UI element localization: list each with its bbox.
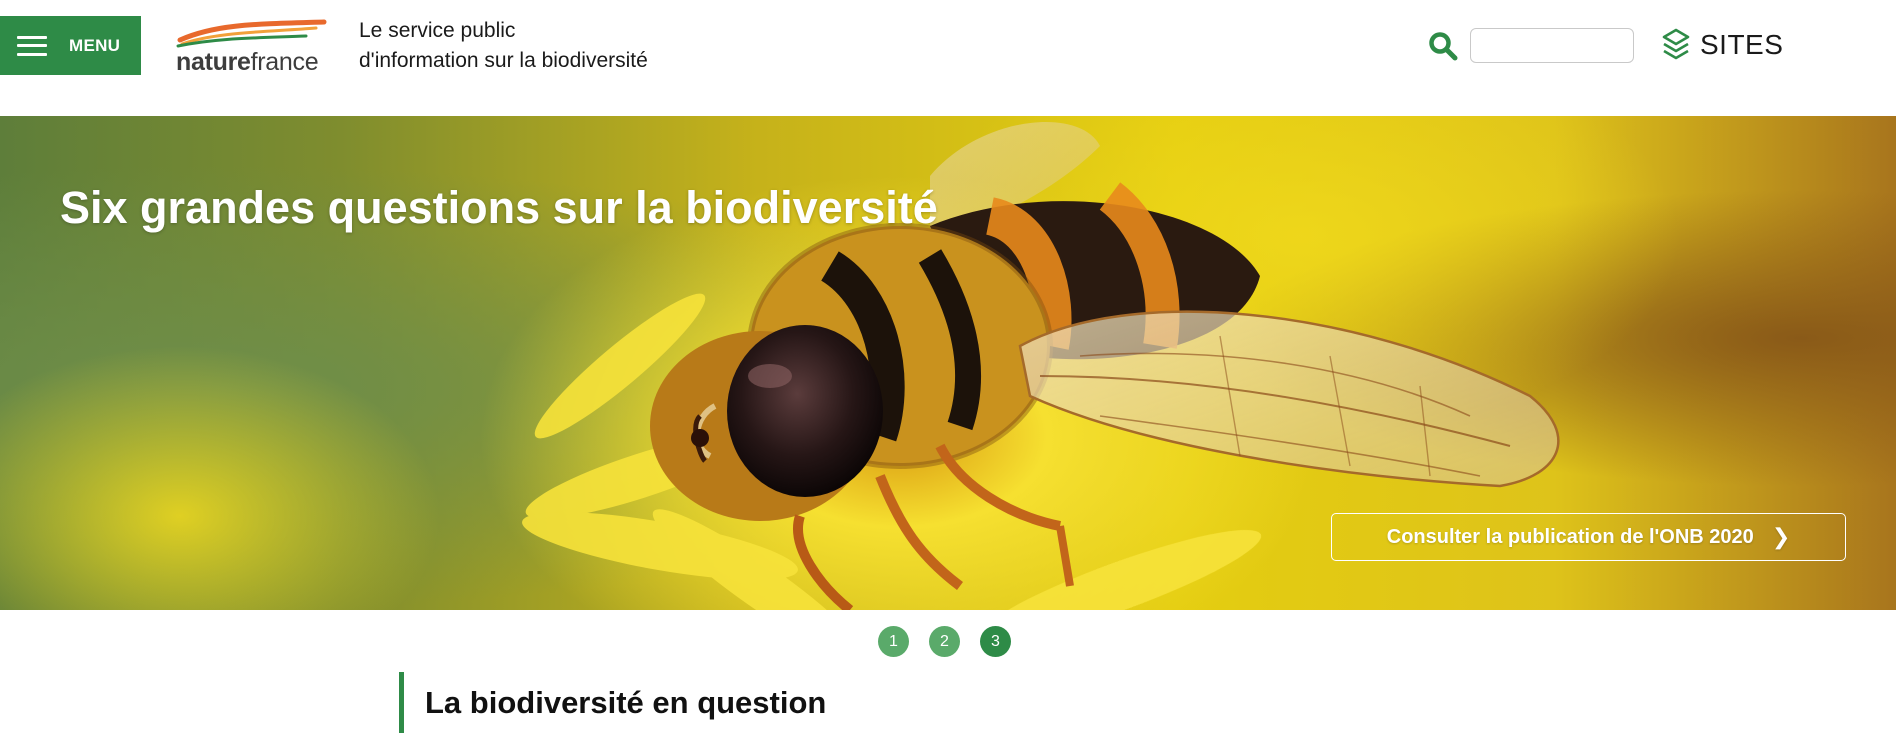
hero-title: Six grandes questions sur la biodiversit… [60, 182, 938, 233]
hamburger-icon [17, 35, 47, 56]
logo-swoosh-icon [176, 19, 327, 48]
menu-label: MENU [69, 35, 121, 55]
carousel-page-2[interactable]: 2 [929, 626, 960, 657]
site-tagline: Le service public d'information sur la b… [359, 16, 648, 76]
carousel-pager: 1 2 3 [878, 626, 1011, 657]
search-input[interactable] [1470, 28, 1634, 63]
layers-icon [1662, 28, 1690, 60]
chevron-right-icon: ❯ [1771, 524, 1791, 549]
tagline-line-1: Le service public [359, 19, 516, 42]
sites-label: SITES [1700, 29, 1784, 60]
cta-label: Consulter la publication de l'ONB 2020 [1386, 525, 1754, 548]
section-heading: La biodiversité en question [399, 672, 826, 733]
search-icon[interactable] [1428, 31, 1458, 61]
hero-carousel-slide: Six grandes questions sur la biodiversit… [0, 116, 1896, 610]
tagline-line-2: d'information sur la biodiversité [359, 49, 648, 72]
menu-button[interactable]: MENU [0, 16, 141, 75]
logo-wordmark: naturefrance [176, 48, 319, 76]
naturefrance-logo[interactable]: naturefrance [176, 18, 328, 76]
consult-publication-button[interactable]: Consulter la publication de l'ONB 2020 ❯ [1331, 513, 1846, 561]
site-header: MENU naturefrance Le service public d'in… [0, 0, 1896, 116]
sites-button[interactable]: SITES [1662, 28, 1783, 62]
carousel-page-1[interactable]: 1 [878, 626, 909, 657]
carousel-page-3[interactable]: 3 [980, 626, 1011, 657]
